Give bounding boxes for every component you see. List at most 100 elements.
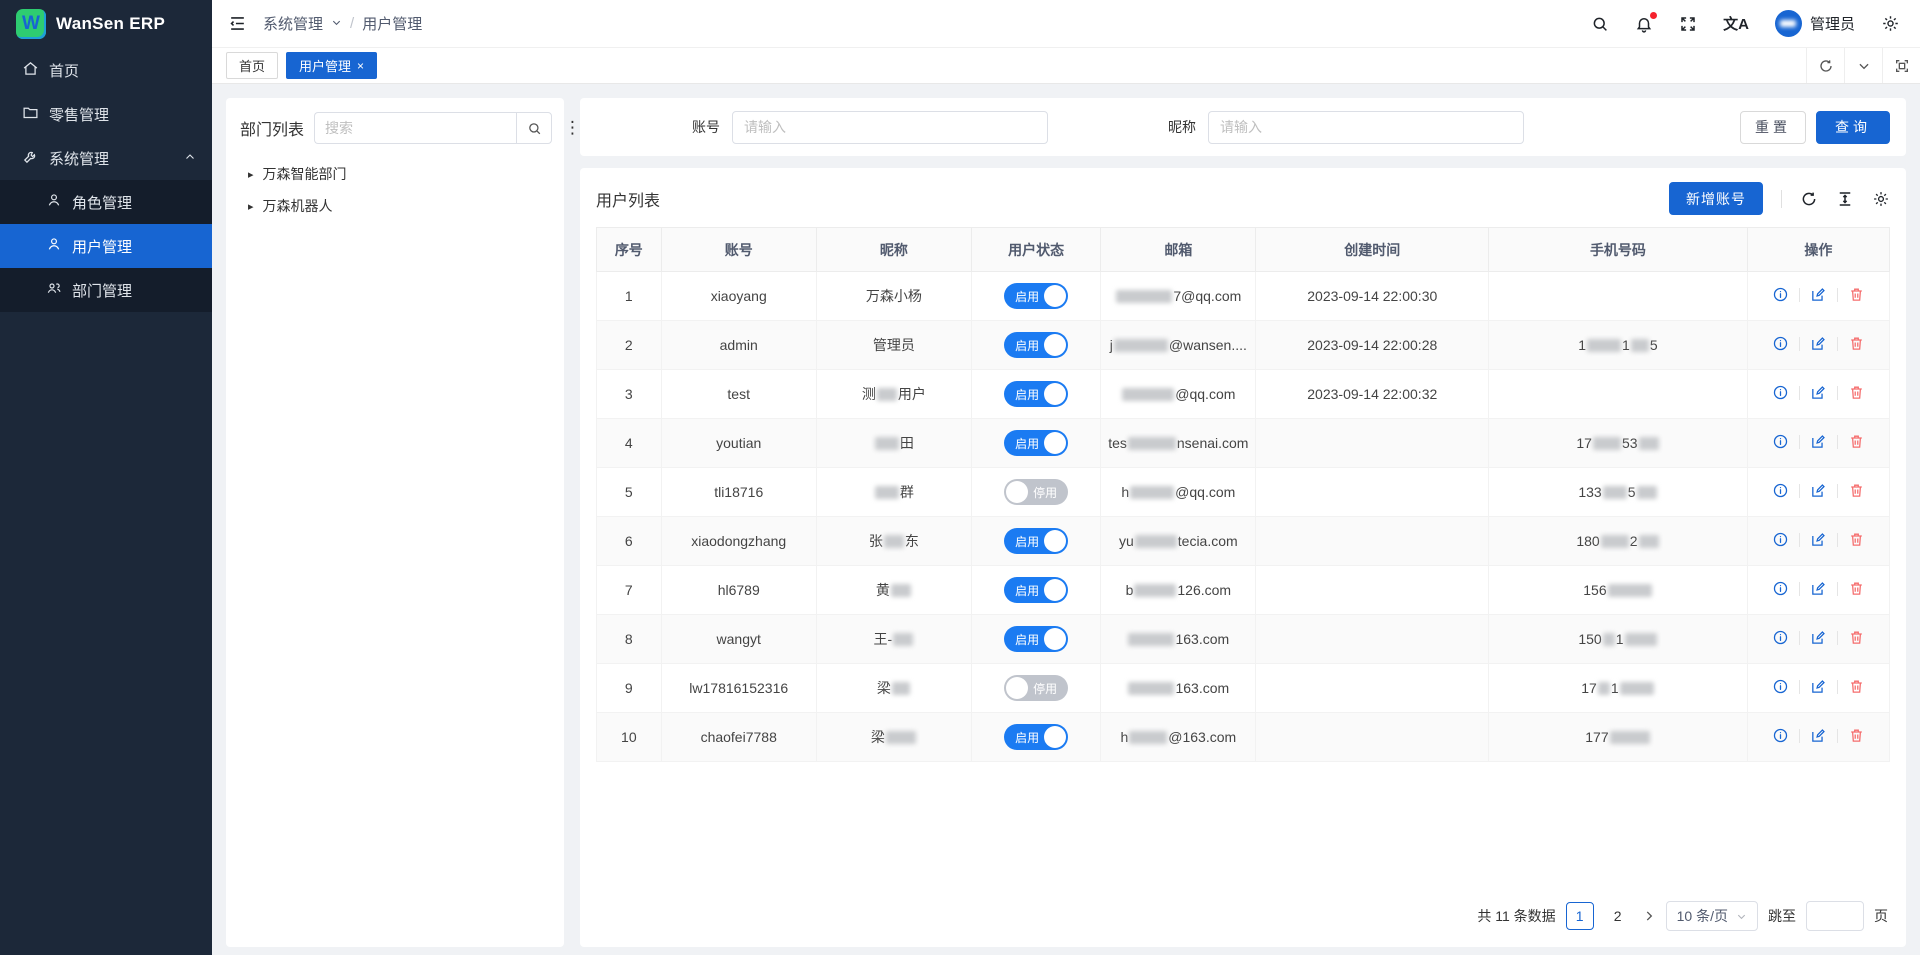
info-icon[interactable]	[1772, 286, 1789, 303]
status-toggle[interactable]: 停用	[1004, 675, 1068, 701]
text-segment: 田	[900, 435, 914, 451]
gear-icon[interactable]	[1881, 14, 1900, 33]
delete-icon[interactable]	[1848, 629, 1865, 646]
cell-nickname: 万森小杨	[816, 272, 971, 321]
sidebar-item-label: 零售管理	[49, 104, 109, 125]
breadcrumb-parent[interactable]: 系统管理	[263, 13, 323, 34]
caret-right-icon[interactable]: ▸	[248, 168, 254, 181]
tab-home[interactable]: 首页	[226, 52, 278, 79]
close-icon[interactable]: ×	[357, 60, 364, 72]
add-account-button[interactable]: 新增账号	[1669, 182, 1763, 215]
redacted-segment	[1620, 682, 1654, 695]
caret-right-icon[interactable]: ▸	[248, 200, 254, 213]
redacted-segment	[1610, 731, 1650, 744]
column-settings-gear-icon[interactable]	[1872, 190, 1890, 208]
redacted-segment	[875, 437, 899, 450]
delete-icon[interactable]	[1848, 384, 1865, 401]
edit-icon[interactable]	[1810, 482, 1827, 499]
account-filter-input[interactable]	[732, 111, 1048, 144]
sidebar-item-users[interactable]: 用户管理	[0, 224, 212, 268]
refresh-icon[interactable]	[1800, 190, 1818, 208]
row-height-icon[interactable]	[1836, 190, 1854, 208]
delete-icon[interactable]	[1848, 482, 1865, 499]
status-toggle[interactable]: 启用	[1004, 577, 1068, 603]
edit-icon[interactable]	[1810, 678, 1827, 695]
next-page-icon[interactable]	[1642, 909, 1656, 923]
info-icon[interactable]	[1772, 433, 1789, 450]
status-toggle[interactable]: 启用	[1004, 332, 1068, 358]
tree-item[interactable]: ▸ 万森机器人	[240, 190, 550, 222]
collapse-sidebar-icon[interactable]	[228, 14, 247, 33]
cell-phone	[1489, 370, 1748, 419]
refresh-tab-icon[interactable]	[1806, 48, 1844, 83]
info-icon[interactable]	[1772, 580, 1789, 597]
sidebar-item-roles[interactable]: 角色管理	[0, 180, 212, 224]
breadcrumb-separator: /	[350, 15, 354, 32]
page-button-1[interactable]: 1	[1566, 902, 1594, 930]
bell-icon[interactable]	[1635, 15, 1653, 33]
info-icon[interactable]	[1772, 727, 1789, 744]
edit-icon[interactable]	[1810, 286, 1827, 303]
delete-icon[interactable]	[1848, 335, 1865, 352]
users-icon	[46, 280, 62, 300]
page-size-select[interactable]: 10 条/页	[1666, 901, 1758, 931]
edit-icon[interactable]	[1810, 727, 1827, 744]
translate-icon[interactable]: 文A	[1723, 13, 1749, 34]
delete-icon[interactable]	[1848, 286, 1865, 303]
cell-account: admin	[661, 321, 816, 370]
sidebar-item-system[interactable]: 系统管理	[0, 136, 212, 180]
column-header: 昵称	[816, 228, 971, 272]
sidebar-item-departments[interactable]: 部门管理	[0, 268, 212, 312]
delete-icon[interactable]	[1848, 580, 1865, 597]
status-toggle[interactable]: 停用	[1004, 479, 1068, 505]
cell-actions	[1747, 419, 1889, 468]
divider	[1799, 631, 1800, 645]
edit-icon[interactable]	[1810, 531, 1827, 548]
info-icon[interactable]	[1772, 531, 1789, 548]
info-icon[interactable]	[1772, 384, 1789, 401]
cell-phone: 156	[1489, 566, 1748, 615]
status-toggle[interactable]: 启用	[1004, 430, 1068, 456]
maximize-icon[interactable]	[1882, 48, 1920, 83]
status-toggle[interactable]: 启用	[1004, 381, 1068, 407]
sidebar-item-retail[interactable]: 零售管理	[0, 92, 212, 136]
chevron-down-icon[interactable]	[1844, 48, 1882, 83]
cell-nickname: 管理员	[816, 321, 971, 370]
edit-icon[interactable]	[1810, 433, 1827, 450]
cell-nickname: 群	[816, 468, 971, 517]
info-icon[interactable]	[1772, 629, 1789, 646]
delete-icon[interactable]	[1848, 531, 1865, 548]
user-menu[interactable]: 管理员	[1775, 10, 1855, 37]
info-icon[interactable]	[1772, 482, 1789, 499]
fullscreen-icon[interactable]	[1679, 15, 1697, 33]
edit-icon[interactable]	[1810, 335, 1827, 352]
tab-user-management[interactable]: 用户管理 ×	[286, 52, 377, 79]
jump-page-input[interactable]	[1806, 901, 1864, 931]
toggle-label: 停用	[1033, 680, 1057, 697]
redacted-segment	[1608, 584, 1652, 597]
sidebar-item-home[interactable]: 首页	[0, 48, 212, 92]
delete-icon[interactable]	[1848, 727, 1865, 744]
page-button-2[interactable]: 2	[1604, 902, 1632, 930]
tree-item[interactable]: ▸ 万森智能部门	[240, 158, 550, 190]
info-icon[interactable]	[1772, 678, 1789, 695]
edit-icon[interactable]	[1810, 384, 1827, 401]
edit-icon[interactable]	[1810, 629, 1827, 646]
status-toggle[interactable]: 启用	[1004, 724, 1068, 750]
nickname-filter-input[interactable]	[1208, 111, 1524, 144]
department-search-input[interactable]	[314, 112, 516, 144]
status-toggle[interactable]: 启用	[1004, 283, 1068, 309]
redacted-segment	[1130, 486, 1174, 499]
reset-button[interactable]: 重置	[1740, 111, 1806, 144]
query-button[interactable]: 查询	[1816, 111, 1890, 144]
info-icon[interactable]	[1772, 335, 1789, 352]
edit-icon[interactable]	[1810, 580, 1827, 597]
delete-icon[interactable]	[1848, 433, 1865, 450]
delete-icon[interactable]	[1848, 678, 1865, 695]
search-icon[interactable]	[1591, 15, 1609, 33]
cell-status: 启用	[971, 517, 1100, 566]
cell-phone: 1501	[1489, 615, 1748, 664]
department-search-button[interactable]	[516, 112, 552, 144]
status-toggle[interactable]: 启用	[1004, 626, 1068, 652]
status-toggle[interactable]: 启用	[1004, 528, 1068, 554]
